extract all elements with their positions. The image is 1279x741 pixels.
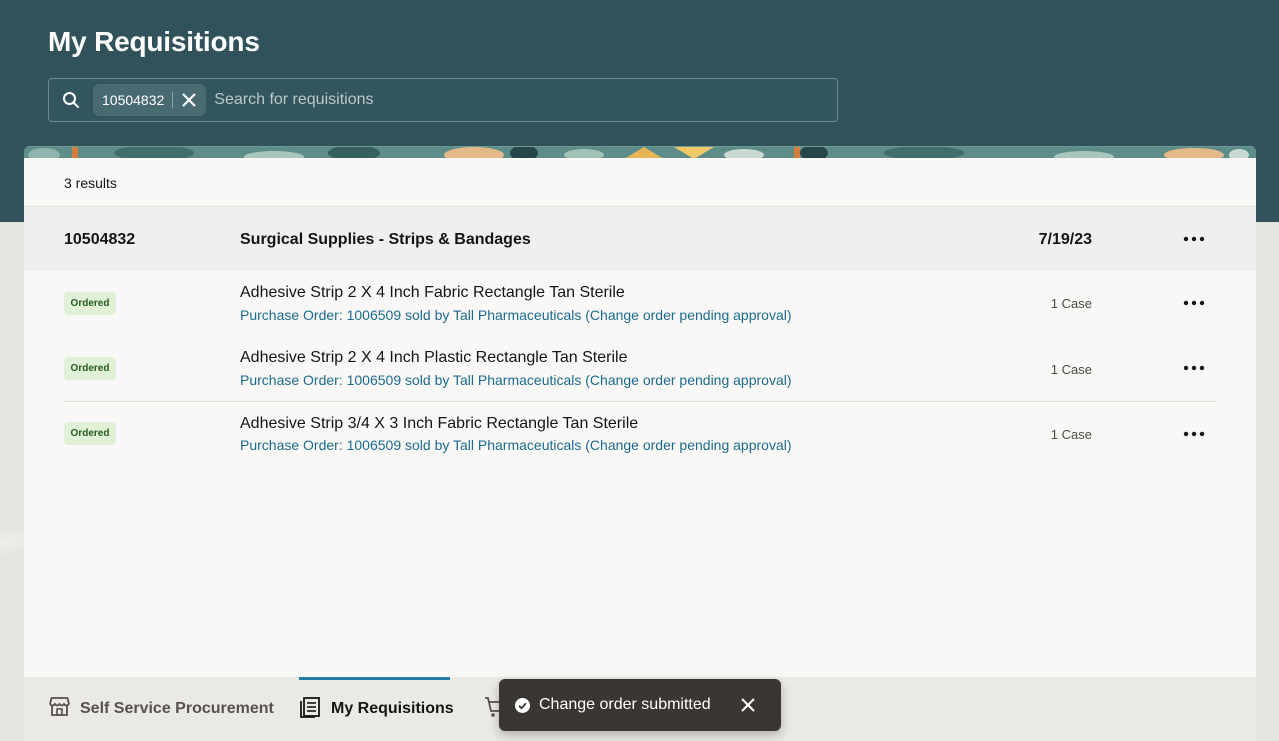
toast-notification: Change order submitted [499, 679, 781, 731]
status-badge: Ordered [64, 422, 116, 445]
results-count: 3 results [64, 175, 117, 191]
search-bar[interactable]: 10504832 [48, 78, 838, 122]
purchase-order-link[interactable]: Purchase Order: 1006509 sold by Tall Pha… [240, 307, 792, 323]
toast-message: Change order submitted [539, 696, 711, 713]
list-item[interactable]: Ordered Adhesive Strip 2 X 4 Inch Plasti… [24, 336, 1256, 400]
more-actions-icon[interactable] [1180, 354, 1208, 382]
item-quantity: 1 Case [1050, 296, 1092, 311]
item-name[interactable]: Adhesive Strip 2 X 4 Inch Plastic Rectan… [240, 349, 627, 367]
requisition-description: Surgical Supplies - Strips & Bandages [240, 231, 531, 248]
list-icon [300, 696, 322, 723]
list-item[interactable]: Ordered Adhesive Strip 3/4 X 3 Inch Fabr… [24, 402, 1256, 466]
close-icon[interactable] [180, 91, 198, 109]
decorative-banner [24, 146, 1256, 158]
search-input[interactable] [214, 80, 837, 120]
purchase-order-link[interactable]: Purchase Order: 1006509 sold by Tall Pha… [240, 372, 792, 388]
item-quantity: 1 Case [1050, 427, 1092, 442]
tab-label: Self Service Procurement [80, 700, 274, 717]
tab-my-requisitions[interactable]: My Requisitions [300, 677, 454, 741]
more-actions-icon[interactable] [1180, 420, 1208, 448]
more-actions-icon[interactable] [1180, 289, 1208, 317]
requisition-date: 7/19/23 [1038, 231, 1092, 248]
tab-self-service-procurement[interactable]: Self Service Procurement [48, 677, 274, 741]
more-actions-icon[interactable] [1180, 225, 1208, 253]
purchase-order-link[interactable]: Purchase Order: 1006509 sold by Tall Pha… [240, 437, 792, 453]
search-filter-chip[interactable]: 10504832 [93, 84, 207, 116]
requisition-header-row[interactable]: 10504832 Surgical Supplies - Strips & Ba… [24, 207, 1256, 271]
page-title: My Requisitions [48, 26, 260, 57]
tab-label: My Requisitions [331, 700, 454, 717]
check-circle-icon [515, 697, 530, 713]
store-icon [48, 696, 71, 722]
list-item[interactable]: Ordered Adhesive Strip 2 X 4 Inch Fabric… [24, 271, 1256, 335]
chip-divider [172, 92, 174, 108]
chip-label: 10504832 [102, 92, 165, 108]
search-icon[interactable] [49, 79, 93, 121]
item-name[interactable]: Adhesive Strip 2 X 4 Inch Fabric Rectang… [240, 284, 625, 302]
item-name[interactable]: Adhesive Strip 3/4 X 3 Inch Fabric Recta… [240, 415, 638, 433]
close-icon[interactable] [737, 694, 759, 716]
item-quantity: 1 Case [1050, 362, 1092, 377]
requisition-number[interactable]: 10504832 [64, 231, 135, 249]
status-badge: Ordered [64, 357, 116, 380]
results-panel: 3 results 10504832 Surgical Supplies - S… [24, 146, 1256, 741]
status-badge: Ordered [64, 292, 116, 315]
